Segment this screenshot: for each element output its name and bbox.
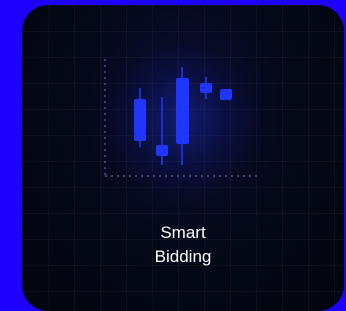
candle-3-body bbox=[176, 78, 189, 144]
smart-bidding-card[interactable]: Smart Bidding bbox=[22, 5, 344, 311]
candle-5-body bbox=[220, 89, 232, 100]
card-title-line-2: Bidding bbox=[154, 247, 212, 266]
candle-2-body bbox=[156, 145, 168, 156]
candle-4-body bbox=[200, 83, 212, 93]
candlestick-chart-icon bbox=[104, 59, 258, 177]
card-title-line-1: Smart bbox=[160, 223, 206, 242]
candle-1-body bbox=[134, 99, 146, 141]
